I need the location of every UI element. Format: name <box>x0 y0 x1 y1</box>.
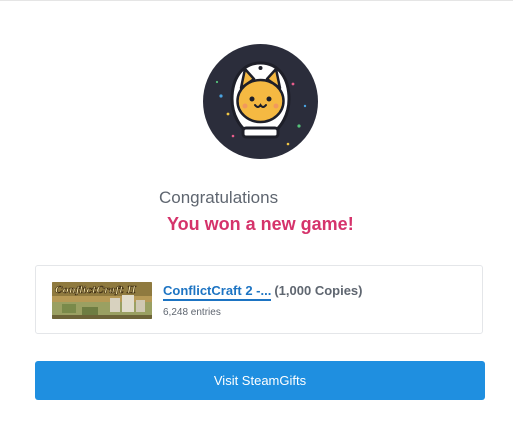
giveaway-card: ConflictCraft II ConflictCraft 2 -... (1,… <box>35 265 483 334</box>
avatar <box>203 44 318 159</box>
game-title-line: ConflictCraft 2 -... (1,000 Copies) <box>163 283 363 301</box>
top-border <box>0 0 513 1</box>
game-thumbnail[interactable]: ConflictCraft II <box>52 282 152 319</box>
thumbnail-title: ConflictCraft II <box>55 285 136 296</box>
astronaut-cat-icon <box>203 44 318 159</box>
entries-count: 6,248 entries <box>163 307 221 318</box>
game-title-link[interactable]: ConflictCraft 2 -... <box>163 283 272 301</box>
congratulations-heading: Congratulations <box>159 188 279 207</box>
copies-count: (1,000 Copies) <box>274 283 363 298</box>
win-message: You won a new game! <box>167 214 354 234</box>
visit-steamgifts-button[interactable]: Visit SteamGifts <box>35 361 485 400</box>
